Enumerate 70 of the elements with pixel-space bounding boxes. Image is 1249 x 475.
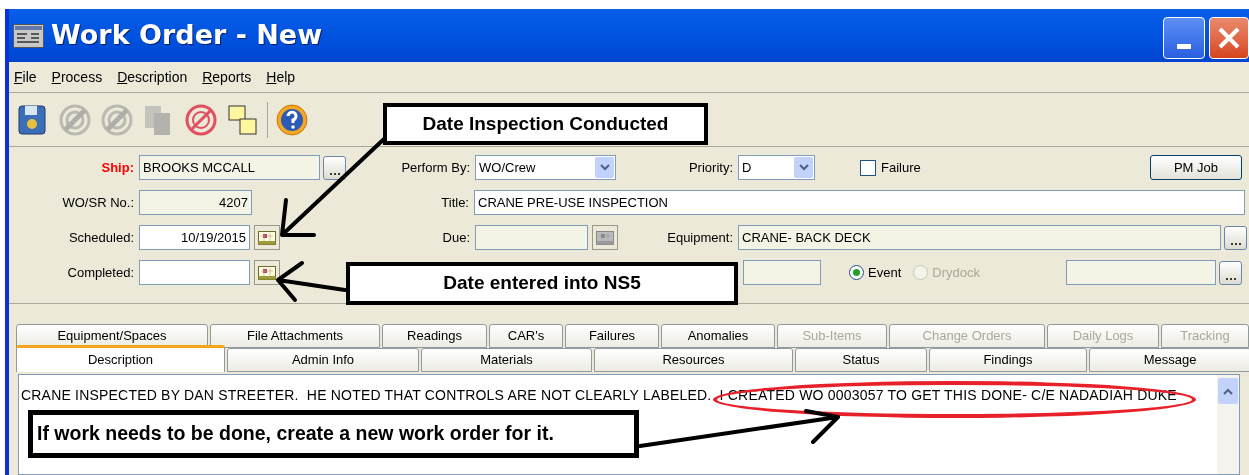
- radio-label: Event: [868, 263, 902, 282]
- input-field[interactable]: CRANE PRE-USE INSPECTION: [474, 190, 1245, 215]
- callout-box: If work needs to be done, create a new work order for it.: [28, 410, 639, 458]
- browse-button[interactable]: [323, 155, 346, 180]
- pm-job-button[interactable]: PM Job: [1150, 155, 1242, 180]
- tab[interactable]: Failures: [565, 324, 659, 348]
- ellipsis-icon: [1225, 277, 1236, 280]
- field-label: Title:: [440, 193, 470, 212]
- dropdown[interactable]: D: [738, 155, 815, 180]
- calendar-button[interactable]: [254, 260, 280, 285]
- input-field[interactable]: BROOKS MCCALL: [139, 155, 320, 180]
- field-label: WO/SR No.:: [61, 193, 135, 212]
- calendar-icon: [258, 230, 276, 245]
- menu-item[interactable]: Reports: [202, 66, 252, 88]
- tab[interactable]: Description: [16, 345, 225, 372]
- scrollbar[interactable]: [1217, 375, 1239, 474]
- minimize-icon: [1177, 43, 1191, 49]
- input-field[interactable]: 4207: [139, 190, 252, 215]
- checkbox-label: Failure: [881, 158, 921, 177]
- input-field[interactable]: 10/19/2015: [139, 225, 250, 250]
- callout-box: Date Inspection Conducted: [383, 103, 708, 145]
- dropdown[interactable]: WO/Crew: [475, 155, 616, 180]
- field-label: Perform By:: [400, 158, 471, 177]
- tab[interactable]: Message: [1089, 348, 1249, 372]
- input-field[interactable]: [1066, 260, 1216, 285]
- tab[interactable]: Findings: [929, 348, 1087, 372]
- input-field[interactable]: [743, 260, 821, 285]
- menu-item[interactable]: File: [14, 66, 37, 88]
- minimize-button[interactable]: [1163, 16, 1205, 59]
- input-field[interactable]: [139, 260, 250, 285]
- radio-button[interactable]: [849, 265, 864, 280]
- checkbox[interactable]: [860, 159, 876, 176]
- field-label: Scheduled:: [67, 228, 135, 247]
- tab[interactable]: Status: [795, 348, 927, 372]
- radio-label: Drydock: [932, 263, 980, 282]
- calendar-icon: [596, 230, 614, 245]
- menu-item[interactable]: Help: [266, 66, 296, 88]
- scroll-up-button[interactable]: [1218, 378, 1238, 404]
- copy-icon: [226, 102, 260, 137]
- window-title: Work Order - New: [51, 18, 324, 53]
- window-icon: [13, 23, 44, 48]
- arrow: [276, 261, 347, 302]
- help-icon: [275, 102, 309, 137]
- tab[interactable]: Resources: [594, 348, 793, 372]
- tab[interactable]: Equipment/Spaces: [16, 324, 208, 348]
- ellipsis-icon: [1230, 242, 1241, 245]
- menu-item[interactable]: Description: [117, 66, 188, 88]
- tab[interactable]: Materials: [421, 348, 592, 372]
- chevron-down-icon: [798, 164, 809, 171]
- tab[interactable]: Admin Info: [227, 348, 419, 372]
- tab[interactable]: Readings: [382, 324, 487, 348]
- field-label: Due:: [441, 228, 471, 247]
- chevron-up-icon: [1223, 387, 1233, 395]
- field-label: Ship:: [100, 158, 135, 177]
- close-icon: [1217, 25, 1241, 50]
- field-label: Equipment:: [666, 228, 734, 247]
- chevron-down-icon: [599, 164, 610, 171]
- tab[interactable]: CAR's: [489, 324, 563, 348]
- callout-box: Date entered into NS5: [346, 262, 738, 305]
- toolbar-button[interactable]: [274, 101, 310, 138]
- input-field[interactable]: [475, 225, 588, 250]
- field-label: Priority:: [687, 158, 734, 177]
- ellipsis-icon: [329, 172, 340, 175]
- menu-item[interactable]: Process: [51, 66, 103, 88]
- close-button[interactable]: [1209, 16, 1249, 59]
- input-field[interactable]: CRANE- BACK DECK: [738, 225, 1221, 250]
- calendar-icon: [258, 265, 276, 280]
- tab[interactable]: Anomalies: [661, 324, 775, 348]
- field-label: Completed:: [66, 263, 135, 282]
- tab[interactable]: File Attachments: [210, 324, 380, 348]
